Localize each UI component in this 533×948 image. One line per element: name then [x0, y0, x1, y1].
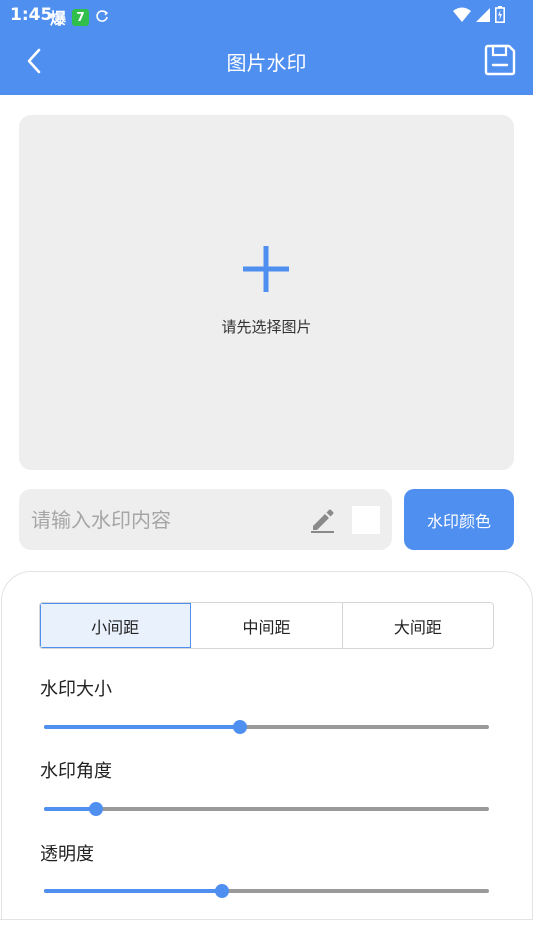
status-time: 1:45: [10, 5, 53, 25]
watermark-input-container: [19, 489, 392, 550]
page-title: 图片水印: [226, 51, 307, 75]
slider-track: [44, 807, 489, 811]
signal-icon: [475, 7, 491, 27]
watermark-color-button[interactable]: 水印颜色: [404, 489, 514, 550]
slider-thumb[interactable]: [232, 720, 247, 734]
pencil-icon[interactable]: [308, 505, 336, 533]
save-button[interactable]: [483, 43, 517, 77]
size-slider-label: 水印大小: [40, 679, 112, 700]
system-nav-bar: [0, 920, 533, 948]
plus-icon: [243, 246, 289, 292]
angle-slider-label: 水印角度: [40, 761, 112, 782]
slider-thumb[interactable]: [89, 802, 104, 816]
spacing-segmented-control: 小间距 中间距 大间距: [39, 602, 494, 649]
slider-thumb[interactable]: [215, 884, 229, 898]
status-icons-left: 爆 7: [50, 5, 109, 29]
angle-slider[interactable]: [44, 801, 489, 817]
spacing-option-medium[interactable]: 中间距: [191, 603, 343, 648]
explode-app-icon: 爆: [50, 9, 67, 28]
color-swatch[interactable]: [352, 506, 380, 534]
image-picker-hint: 请先选择图片: [221, 318, 312, 336]
image-picker[interactable]: 请先选择图片: [19, 115, 514, 470]
save-icon: [484, 44, 516, 76]
spacing-option-large[interactable]: 大间距: [342, 603, 493, 648]
app-bar: 1:45 爆 7 图片水印: [0, 0, 533, 95]
sync-icon: [95, 8, 109, 27]
spacing-option-small[interactable]: 小间距: [40, 603, 192, 648]
app-7-icon: 7: [72, 8, 90, 26]
opacity-slider-label: 透明度: [40, 844, 94, 865]
slider-fill: [44, 725, 240, 729]
slider-fill: [44, 889, 222, 893]
status-icons-right: [453, 6, 505, 27]
status-bar: 1:45 爆 7: [0, 0, 533, 30]
opacity-slider[interactable]: [44, 883, 489, 899]
watermark-text-input[interactable]: [31, 489, 301, 550]
battery-icon: [495, 6, 505, 27]
wifi-icon: [453, 7, 471, 27]
size-slider[interactable]: [44, 719, 489, 735]
